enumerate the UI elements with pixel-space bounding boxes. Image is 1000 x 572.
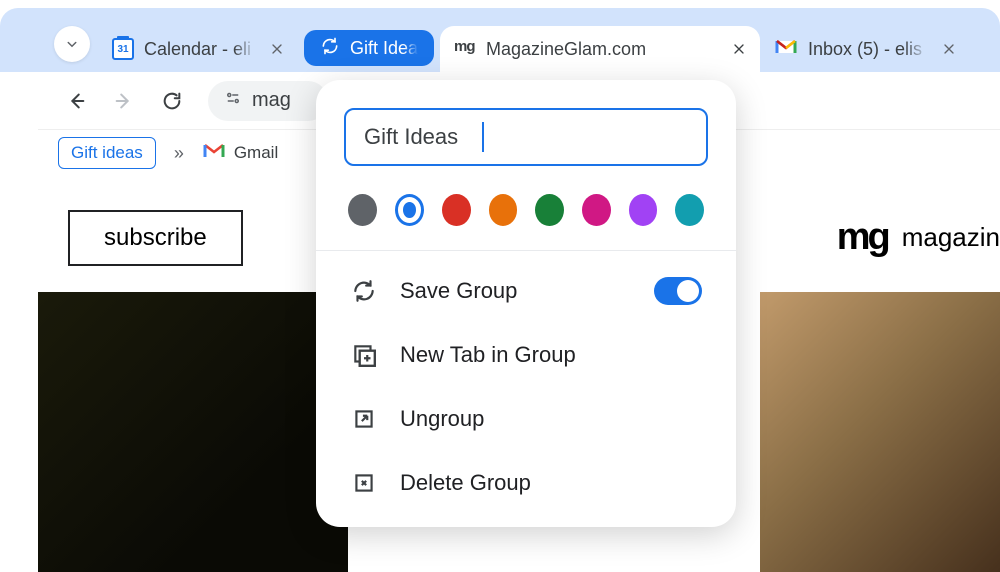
color-orange[interactable] <box>489 194 518 226</box>
bookmark-label: Gmail <box>234 143 278 163</box>
delete-icon <box>350 469 378 497</box>
menu-label: Delete Group <box>400 470 702 496</box>
color-blue[interactable] <box>395 194 424 226</box>
save-group-toggle[interactable] <box>654 277 702 305</box>
tab-magazineglam[interactable]: mg MagazineGlam.com <box>440 26 760 72</box>
address-bar[interactable]: mag <box>208 81 328 121</box>
reload-button[interactable] <box>154 83 190 119</box>
tab-gmail[interactable]: Inbox (5) - elis <box>760 26 970 72</box>
menu-label: Ungroup <box>400 406 702 432</box>
gmail-icon <box>202 139 226 168</box>
url-text: mag <box>252 89 291 112</box>
tab-title: MagazineGlam.com <box>486 39 718 60</box>
menu-label: New Tab in Group <box>400 342 702 368</box>
mg-favicon: mg <box>454 38 476 60</box>
hero-image-right <box>760 292 1000 572</box>
tab-title: Calendar - eli <box>144 39 256 60</box>
color-purple[interactable] <box>629 194 658 226</box>
tab-close-button[interactable] <box>938 38 960 60</box>
tab-strip: Calendar - eli Gift Ideas mg MagazineGla… <box>0 8 1000 72</box>
tab-group-label: Gift Ideas <box>350 38 418 59</box>
group-name-input[interactable] <box>344 108 708 166</box>
bookmark-folder-gift-ideas[interactable]: Gift ideas <box>58 137 156 169</box>
site-logo-area: mg magazin <box>837 216 1000 259</box>
tab-calendar[interactable]: Calendar - eli <box>98 26 298 72</box>
tab-title: Inbox (5) - elis <box>808 39 928 60</box>
color-green[interactable] <box>535 194 564 226</box>
chevron-down-icon <box>63 35 81 53</box>
color-grey[interactable] <box>348 194 377 226</box>
calendar-icon <box>112 38 134 60</box>
tab-close-button[interactable] <box>266 38 288 60</box>
tab-group-context-menu: Save Group New Tab in Group Ungroup Dele… <box>316 80 736 527</box>
color-red[interactable] <box>442 194 471 226</box>
color-pink[interactable] <box>582 194 611 226</box>
gmail-icon <box>774 35 798 64</box>
subscribe-button[interactable]: subscribe <box>68 210 243 266</box>
menu-ungroup[interactable]: Ungroup <box>344 387 708 451</box>
tab-group-gift-ideas[interactable]: Gift Ideas <box>304 30 434 66</box>
menu-delete-group[interactable]: Delete Group <box>344 451 708 515</box>
back-button[interactable] <box>58 83 94 119</box>
menu-new-tab-in-group[interactable]: New Tab in Group <box>344 323 708 387</box>
menu-save-group[interactable]: Save Group <box>344 259 708 323</box>
bookmark-gmail[interactable]: Gmail <box>202 139 278 168</box>
ungroup-icon <box>350 405 378 433</box>
tab-close-button[interactable] <box>728 38 750 60</box>
menu-label: Save Group <box>400 278 632 304</box>
site-name: magazin <box>902 222 1000 253</box>
text-cursor <box>482 122 484 152</box>
new-tab-icon <box>350 341 378 369</box>
forward-button[interactable] <box>106 83 142 119</box>
divider <box>316 250 736 251</box>
mg-logo: mg <box>837 216 888 259</box>
bookmark-overflow-icon[interactable]: » <box>170 143 188 164</box>
tab-search-button[interactable] <box>54 26 90 62</box>
color-picker <box>344 194 708 226</box>
hero-image-left <box>38 292 348 572</box>
sync-icon <box>320 36 340 61</box>
sync-icon <box>350 277 378 305</box>
site-settings-icon <box>224 89 242 113</box>
color-cyan[interactable] <box>675 194 704 226</box>
